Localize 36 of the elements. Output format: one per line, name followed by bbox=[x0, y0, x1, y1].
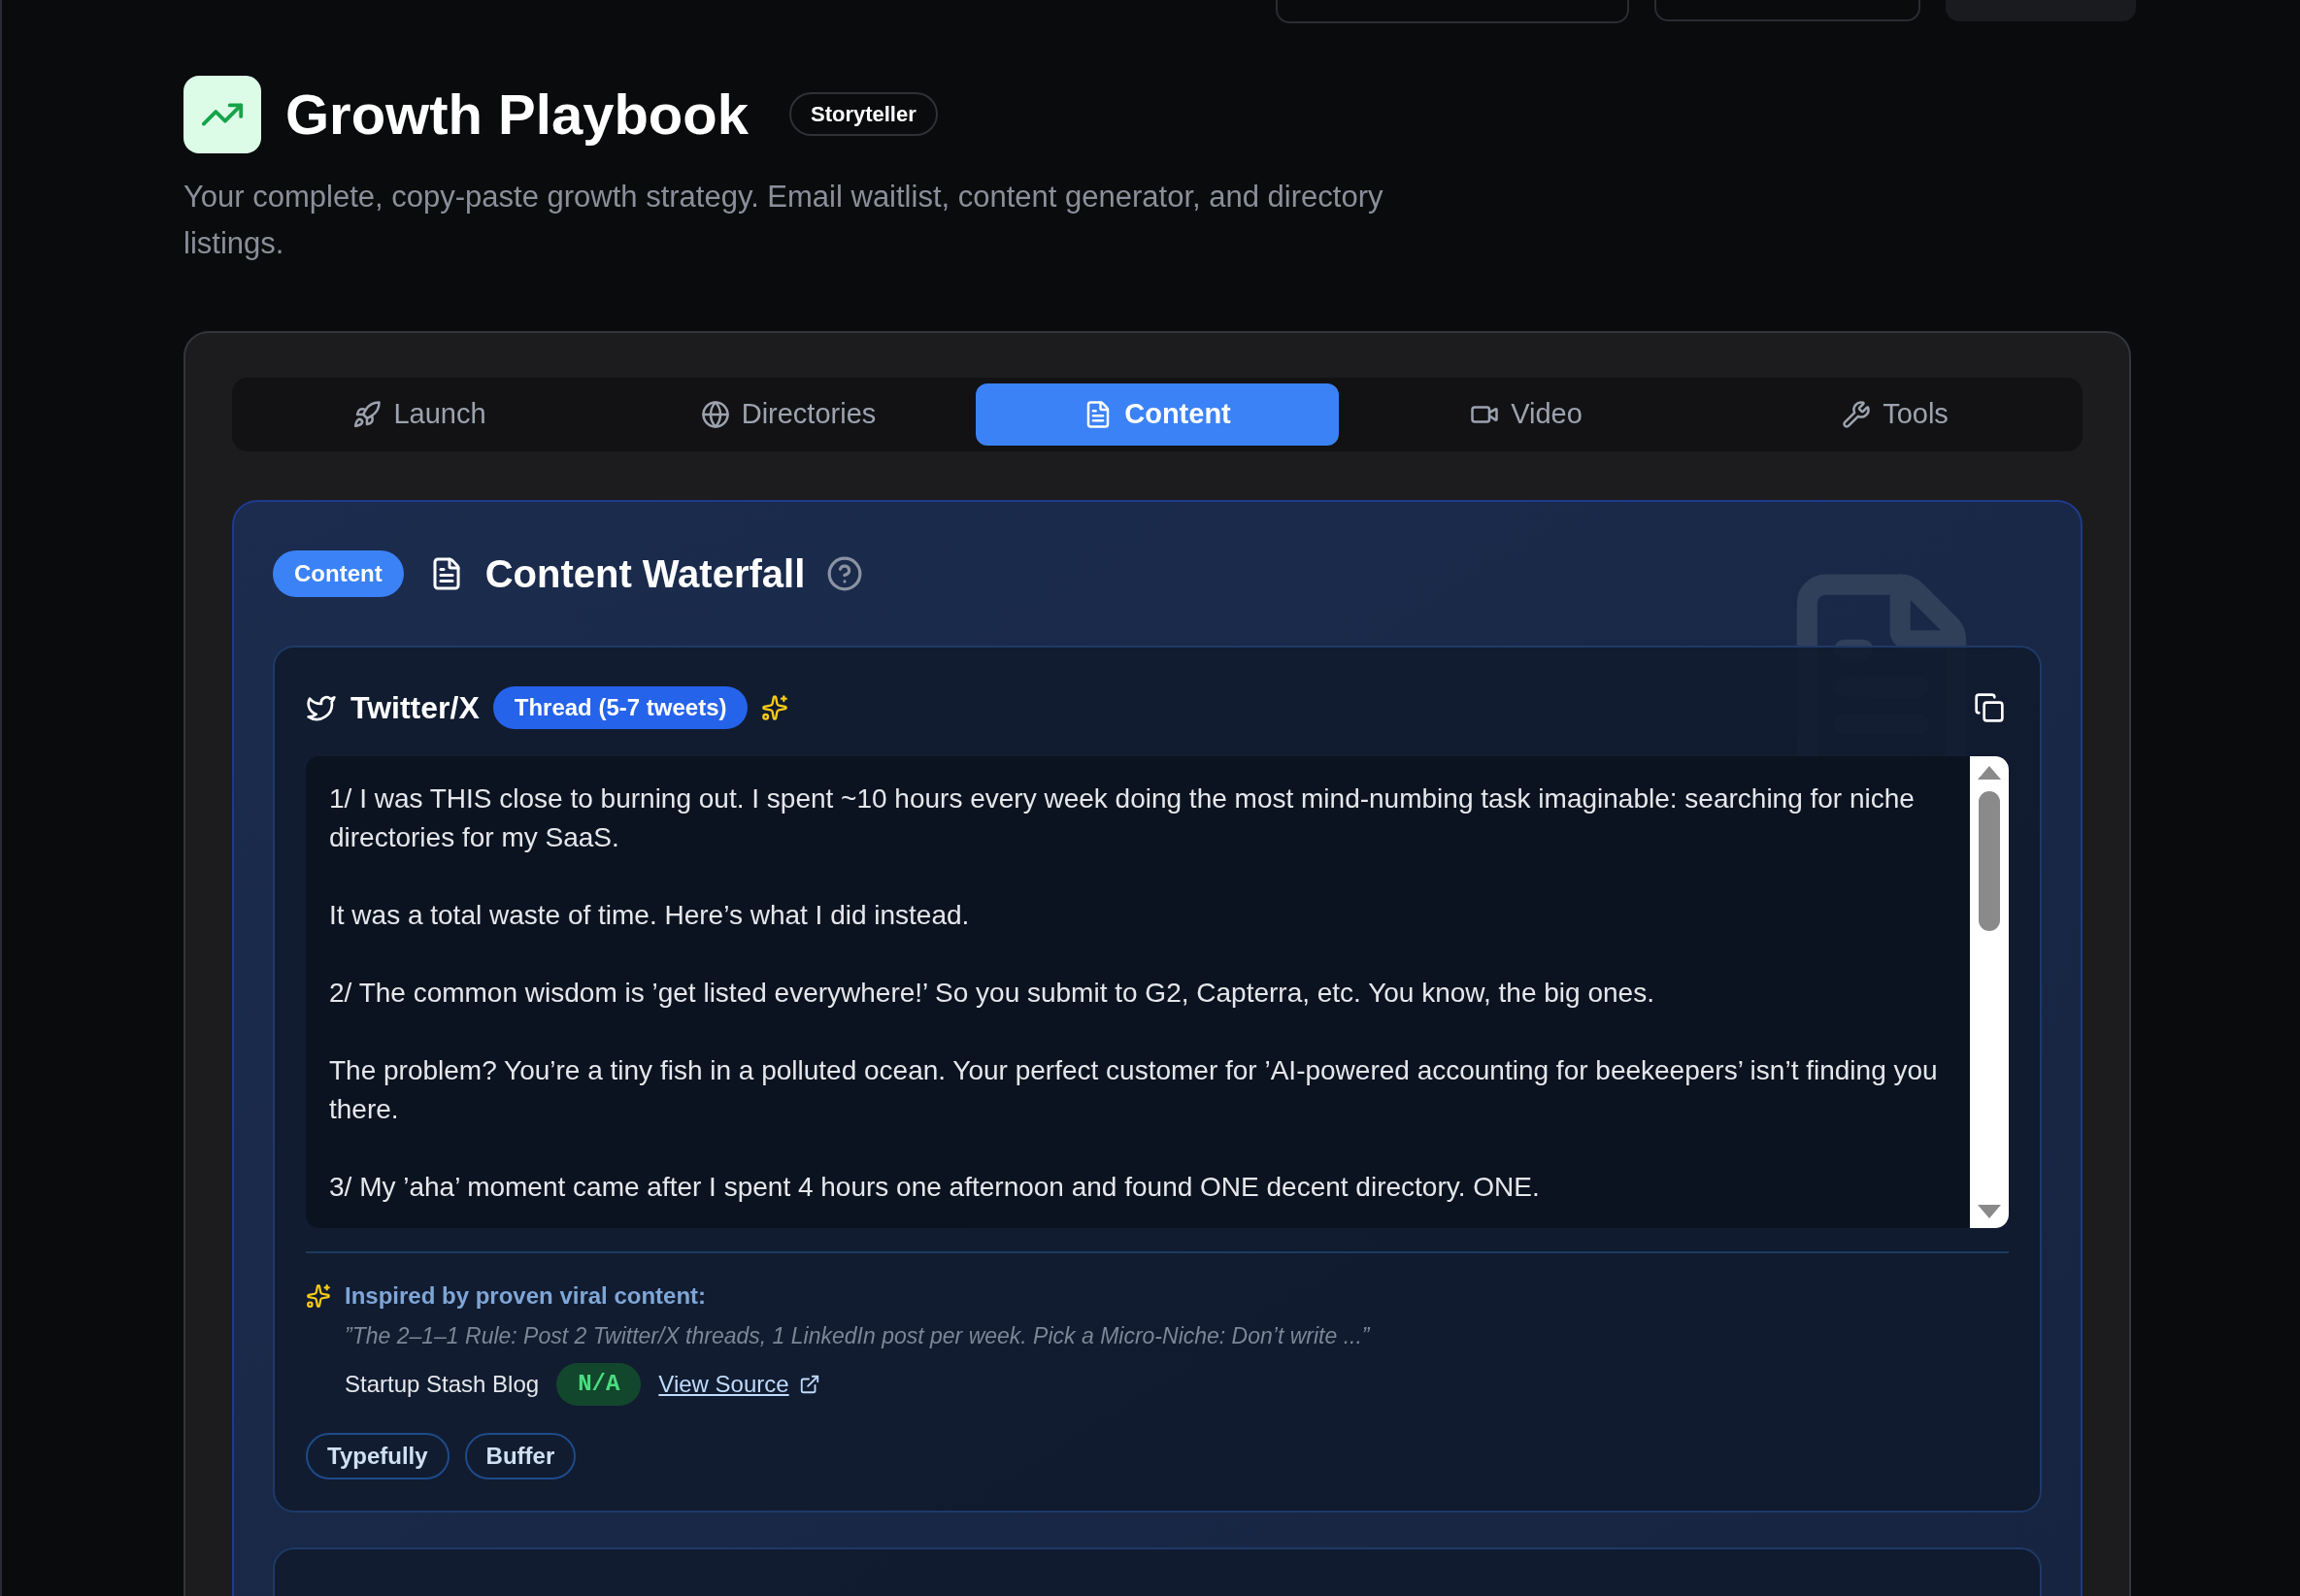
score-badge: N/A bbox=[556, 1362, 642, 1406]
sparkle-icon bbox=[761, 694, 789, 721]
page-title: Growth Playbook bbox=[285, 82, 749, 148]
sparkle-icon bbox=[306, 1283, 331, 1309]
logo-icon bbox=[183, 75, 261, 153]
page-description: Your complete, copy-paste growth strategy. Email waitlist, content generator, and directory listings. bbox=[183, 179, 1384, 262]
scroll-thumb[interactable] bbox=[1979, 791, 2000, 931]
source-name: Startup Stash Blog bbox=[345, 1369, 540, 1399]
inspiration-heading: Inspired by proven viral content: bbox=[345, 1281, 707, 1311]
tab[interactable]: Launch bbox=[238, 383, 601, 446]
format-badge: Thread (5-7 tweets) bbox=[492, 686, 749, 729]
tool-tag: Buffer bbox=[464, 1432, 577, 1480]
tab[interactable]: Video bbox=[1345, 383, 1708, 446]
wrench-icon bbox=[1842, 400, 1872, 429]
inspiration-quote: ”The 2–1–1 Rule: Post 2 Twitter/X threads, 1 LinkedIn post per week. Pick a Micro-Niche: Don’t write ...” bbox=[345, 1322, 1372, 1350]
post-paragraph: It was a total waste of time. Here’s what I did instead. bbox=[329, 899, 971, 932]
globe-icon bbox=[700, 400, 730, 429]
platform-title: Twitter/X bbox=[350, 689, 480, 727]
post-paragraph: The problem? You’re a tiny fish in a polluted ocean. Your perfect customer for ’AI-powered accounting for beekeepers’ isn’t finding you there. bbox=[329, 1054, 1939, 1126]
scroll-down-icon[interactable] bbox=[1978, 1205, 2001, 1218]
tab[interactable]: Tools bbox=[1714, 383, 2077, 446]
tab[interactable]: Content bbox=[976, 383, 1339, 446]
scrollbar[interactable] bbox=[1970, 756, 2009, 1228]
tab[interactable]: Directories bbox=[607, 383, 970, 446]
post-paragraph: 1/ I was THIS close to burning out. I spent ~10 hours every week doing the most mind-numbing task imaginable: searching for niche directories for my SaaS. bbox=[329, 782, 1916, 854]
post-paragraph: 3/ My ’aha’ moment came after I spent 4 hours one afternoon and found ONE decent directory. ONE. bbox=[329, 1171, 1541, 1204]
scroll-up-icon[interactable] bbox=[1978, 766, 2001, 780]
tool-tag: Typefully bbox=[306, 1432, 450, 1480]
rocket-icon bbox=[352, 400, 383, 429]
view-source-link[interactable]: View Source bbox=[658, 1366, 820, 1402]
section-title: Content Waterfall bbox=[484, 551, 806, 597]
section-badge: Content bbox=[273, 550, 404, 597]
role-badge: Storyteller bbox=[788, 92, 938, 136]
post-paragraph: 2/ The common wisdom is ’get listed everywhere!’ So you submit to G2, Capterra, etc. You know, the big ones. bbox=[329, 977, 1655, 1010]
help-icon[interactable] bbox=[826, 555, 864, 592]
external-link-icon bbox=[798, 1373, 820, 1395]
